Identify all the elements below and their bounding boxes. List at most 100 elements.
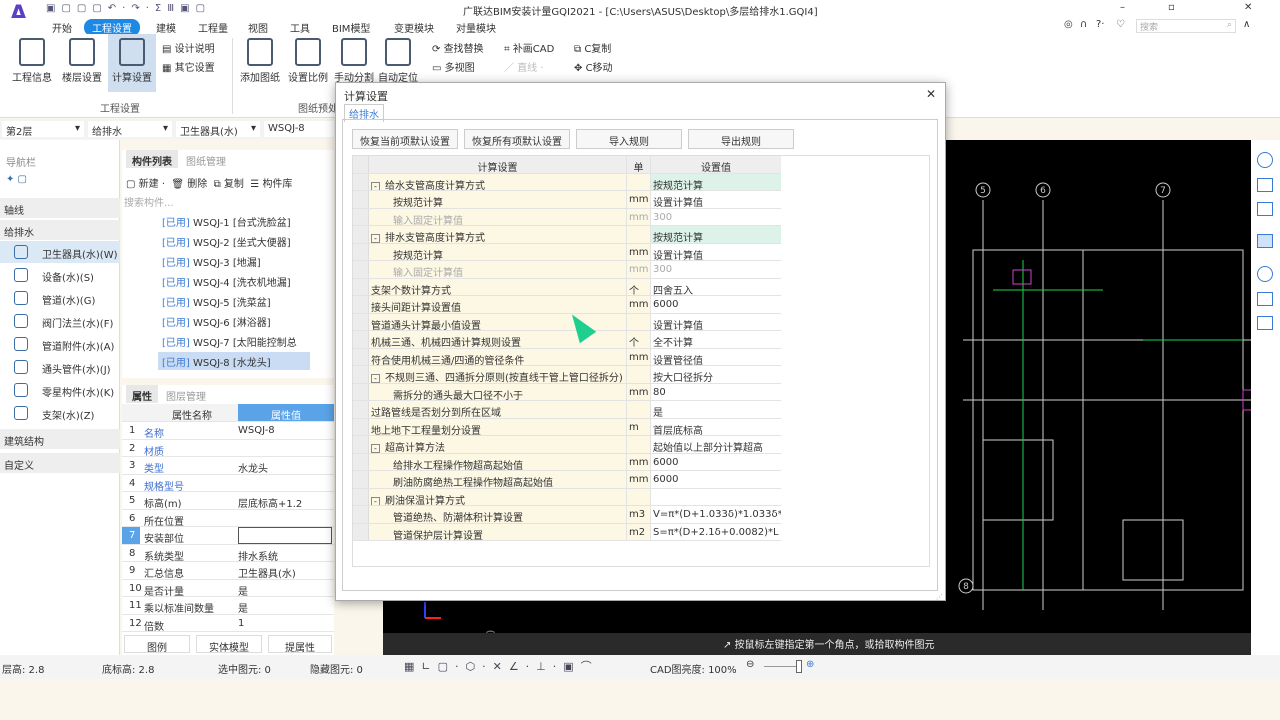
setting-value[interactable]: 300 bbox=[651, 261, 781, 278]
nav-section-custom[interactable]: 自定义 bbox=[0, 453, 120, 473]
zoom-in-button[interactable]: ⊕ bbox=[806, 659, 814, 670]
component-list-item[interactable]: [已用] WSQJ-2 [坐式大便器] bbox=[158, 232, 310, 250]
setting-value[interactable]: 设置管径值 bbox=[651, 349, 781, 366]
tab-layer-management[interactable]: 图层管理 bbox=[160, 385, 212, 403]
setting-value[interactable]: 6000 bbox=[651, 471, 781, 488]
property-row[interactable]: 6 所在位置 bbox=[122, 510, 334, 528]
restore-all-default-button[interactable]: 恢复所有项默认设置 bbox=[464, 129, 570, 149]
setting-row[interactable]: 按规范计算 mm 设置计算值 bbox=[353, 191, 781, 209]
setting-value[interactable]: 6000 bbox=[651, 454, 781, 471]
c-move-button[interactable]: ✥ C移动 bbox=[574, 59, 613, 74]
brightness-slider[interactable] bbox=[764, 666, 800, 667]
nav-item-accessory[interactable]: 管道附件(水)(A) bbox=[0, 333, 120, 355]
setting-row[interactable]: 接头间距计算设置值 mm 6000 bbox=[353, 296, 781, 314]
setting-value[interactable]: 300 bbox=[651, 209, 781, 226]
setting-row[interactable]: 机械三通、机械四通计算规则设置 个 全不计算 bbox=[353, 331, 781, 349]
setting-row[interactable]: 管道绝热、防潮体积计算设置 m3 V=π*(D+1.033δ)*1.033δ*L bbox=[353, 506, 781, 524]
setting-value[interactable]: 80 bbox=[651, 384, 781, 401]
setting-value[interactable]: 是 bbox=[651, 401, 781, 418]
collapse-icon[interactable]: - bbox=[371, 374, 380, 383]
property-row[interactable]: 5 标高(m) 层底标高+1.2 bbox=[122, 492, 334, 510]
setting-row[interactable]: 支架个数计算方式 个 四舍五入 bbox=[353, 278, 781, 297]
auto-locate-button[interactable]: 自动定位 bbox=[374, 34, 422, 84]
setting-row[interactable]: 给排水工程操作物超高起始值 mm 6000 bbox=[353, 453, 781, 471]
extract-props-button[interactable]: 提属性 bbox=[268, 635, 332, 654]
search-input[interactable]: 搜索 ⌕ bbox=[1136, 19, 1236, 33]
dialog-close-button[interactable]: ✕ bbox=[926, 87, 936, 101]
legend-button[interactable]: 图例 bbox=[124, 635, 190, 654]
setting-row[interactable]: - 超高计算方法 起始值以上部分计算超高 bbox=[353, 436, 781, 454]
property-value[interactable] bbox=[238, 527, 332, 544]
zoom-out-button[interactable]: ⊖ bbox=[746, 659, 754, 670]
nav-section-water[interactable]: 给排水 bbox=[0, 220, 120, 240]
calc-settings-button[interactable]: 计算设置 bbox=[108, 34, 156, 92]
rotate-icon[interactable] bbox=[1257, 266, 1273, 282]
restore-current-default-button[interactable]: 恢复当前项默认设置 bbox=[352, 129, 458, 149]
collapse-icon[interactable]: - bbox=[371, 496, 380, 505]
setting-value[interactable]: 四舍五入 bbox=[651, 279, 781, 296]
view-box-icon[interactable] bbox=[1257, 234, 1273, 248]
property-row[interactable]: 3 类型 水龙头 bbox=[122, 457, 334, 475]
setting-row[interactable]: - 排水支管高度计算方式 按规范计算 bbox=[353, 226, 781, 244]
nav-section-structure[interactable]: 建筑结构 bbox=[0, 429, 120, 449]
display-icon[interactable] bbox=[1257, 316, 1273, 330]
draw-cad-button[interactable]: ⌗ 补画CAD bbox=[504, 40, 554, 55]
add-drawing-button[interactable]: 添加图纸 bbox=[236, 34, 284, 84]
library-button[interactable]: ☰ 构件库 bbox=[250, 179, 292, 190]
project-info-button[interactable]: 工程信息 bbox=[8, 34, 56, 84]
property-row[interactable]: 4 规格型号 bbox=[122, 475, 334, 493]
setting-value[interactable]: 设置计算值 bbox=[651, 244, 781, 261]
help-icon[interactable]: ?· bbox=[1096, 19, 1105, 30]
nav-item-valve[interactable]: 阀门法兰(水)(F) bbox=[0, 310, 120, 332]
setting-row[interactable]: 管道保护层计算设置 m2 S=π*(D+2.1δ+0.0082)*L bbox=[353, 523, 781, 541]
component-search-input[interactable]: 搜索构件... bbox=[124, 194, 332, 209]
property-row[interactable]: 2 材质 bbox=[122, 440, 334, 458]
skin-icon[interactable]: ♡ bbox=[1116, 19, 1125, 30]
property-row[interactable]: 7 安装部位 bbox=[122, 527, 334, 545]
component-list-item[interactable]: [已用] WSQJ-6 [淋浴器] bbox=[158, 312, 310, 330]
headset-icon[interactable]: ∩ bbox=[1080, 19, 1087, 30]
setting-row[interactable]: 刷油防腐绝热工程操作物超高起始值 mm 6000 bbox=[353, 471, 781, 489]
setting-value[interactable]: 首层底标高 bbox=[651, 419, 781, 436]
minimize-button[interactable]: – bbox=[1120, 2, 1125, 13]
line-button[interactable]: ／ 直线 · bbox=[504, 59, 544, 74]
setting-row[interactable]: - 不规则三通、四通拆分原则(按直线干管上管口径拆分) 按大口径拆分 bbox=[353, 366, 781, 384]
property-value[interactable]: 排水系统 bbox=[238, 548, 278, 563]
view-top-icon[interactable] bbox=[1257, 202, 1273, 216]
nav-item-fitting[interactable]: 通头管件(水)(J) bbox=[0, 356, 120, 378]
floor-settings-button[interactable]: 楼层设置 bbox=[58, 34, 106, 84]
setting-value[interactable]: 设置计算值 bbox=[651, 314, 781, 331]
property-value[interactable]: 是 bbox=[238, 600, 248, 615]
design-notes-button[interactable]: ▤ 设计说明 bbox=[162, 40, 215, 55]
nav-item-equipment[interactable]: 设备(水)(S) bbox=[0, 264, 120, 286]
user-icon[interactable]: ◎ bbox=[1064, 19, 1073, 30]
close-button[interactable]: ✕ bbox=[1244, 2, 1252, 13]
floor-select[interactable]: 第2层 ▾ bbox=[2, 121, 84, 138]
property-row[interactable]: 10 是否计量 是 bbox=[122, 580, 334, 598]
property-value[interactable]: 1 bbox=[238, 618, 244, 629]
snap-toolbar[interactable]: ▦∟▢·⬡·✕∠·⊥·▣⌒ bbox=[404, 658, 599, 674]
setting-value[interactable]: 全不计算 bbox=[651, 331, 781, 348]
setting-value[interactable]: 按规范计算 bbox=[651, 226, 781, 243]
property-value[interactable]: 卫生器具(水) bbox=[238, 565, 296, 580]
brightness-slider-handle[interactable] bbox=[796, 660, 802, 673]
collapse-icon[interactable]: - bbox=[371, 181, 380, 190]
nav-item-sanitary[interactable]: 卫生器具(水)(W) bbox=[0, 241, 120, 263]
setting-value[interactable]: S=π*(D+2.1δ+0.0082)*L bbox=[651, 524, 781, 541]
tab-component-list[interactable]: 构件列表 bbox=[126, 150, 178, 168]
property-row[interactable]: 11 乘以标准间数量 是 bbox=[122, 597, 334, 615]
property-value[interactable]: 层底标高+1.2 bbox=[238, 495, 302, 510]
setting-row[interactable]: - 给水支管高度计算方式 按规范计算 bbox=[353, 173, 781, 191]
layers-icon[interactable] bbox=[1257, 292, 1273, 306]
setting-row[interactable]: 符合使用机械三通/四通的管径条件 mm 设置管径值 bbox=[353, 348, 781, 366]
property-value[interactable]: WSQJ-8 bbox=[238, 425, 275, 436]
setting-value[interactable]: 6000 bbox=[651, 296, 781, 313]
component-list-item[interactable]: [已用] WSQJ-7 [太阳能控制总成] bbox=[158, 332, 310, 364]
setting-row[interactable]: - 刷油保温计算方式 bbox=[353, 488, 781, 506]
setting-row[interactable]: 输入固定计算值 mm 300 bbox=[353, 208, 781, 226]
component-list-item[interactable]: [已用] WSQJ-5 [洗菜盆] bbox=[158, 292, 310, 310]
view-3d-icon[interactable] bbox=[1257, 178, 1273, 192]
collapse-ribbon-icon[interactable]: ∧ bbox=[1243, 19, 1250, 30]
copy-button[interactable]: ⧉ 复制 bbox=[214, 179, 244, 190]
import-rules-button[interactable]: 导入规则 bbox=[576, 129, 682, 149]
